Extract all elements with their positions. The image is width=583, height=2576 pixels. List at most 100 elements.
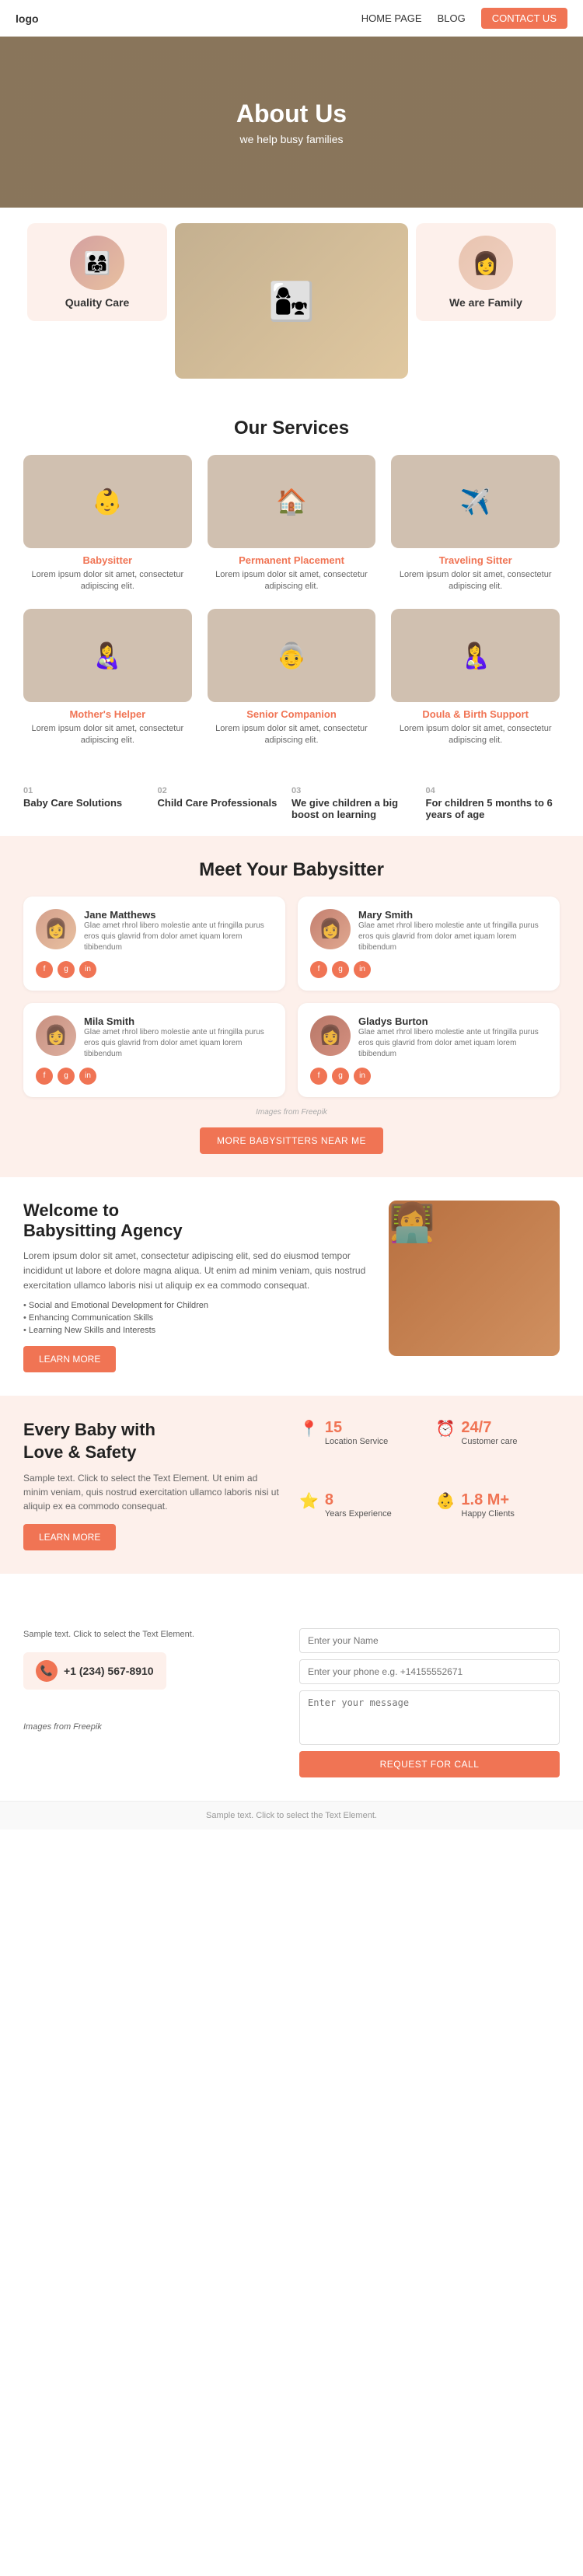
service-mother-helper: 👩‍🍼 Mother's Helper Lorem ipsum dolor si… xyxy=(23,609,192,747)
mary-instagram-icon[interactable]: in xyxy=(354,961,371,978)
doula-image: 🤱 xyxy=(391,609,560,702)
stat-customer-care: ⏰ 24/7 Customer care xyxy=(436,1419,560,1479)
babysitter-image: 👶 xyxy=(23,455,192,548)
senior-image: 👵 xyxy=(208,609,376,702)
service-senior: 👵 Senior Companion Lorem ipsum dolor sit… xyxy=(208,609,376,747)
jane-name: Jane Matthews xyxy=(84,909,273,921)
mila-avatar: 👩 xyxy=(36,1015,76,1056)
nav-blog[interactable]: BLOG xyxy=(438,12,466,24)
hero-section: About Us we help busy families xyxy=(0,37,583,208)
welcome-heading: Welcome to Babysitting Agency xyxy=(23,1201,373,1241)
hero-title: About Us xyxy=(236,100,347,128)
mila-name: Mila Smith xyxy=(84,1015,273,1027)
welcome-image: 👩‍💻 xyxy=(389,1201,560,1356)
stat-customer-num: 24/7 xyxy=(461,1419,517,1437)
welcome-list: Social and Emotional Development for Chi… xyxy=(23,1301,373,1335)
welcome-list-item-3: Learning New Skills and Interests xyxy=(23,1326,373,1335)
footer-left-text: Sample text. Click to select the Text El… xyxy=(23,1628,284,1641)
every-baby-section: Every Baby with Love & Safety Sample tex… xyxy=(0,1396,583,1574)
footer-left: Sample text. Click to select the Text El… xyxy=(23,1628,284,1777)
permanent-desc: Lorem ipsum dolor sit amet, consectetur … xyxy=(208,569,376,593)
name-input[interactable] xyxy=(299,1628,560,1653)
nav-links: HOME PAGE BLOG CONTACT US xyxy=(361,8,567,29)
gladys-instagram-icon[interactable]: in xyxy=(354,1068,371,1085)
gladys-header: 👩 Gladys Burton Glae amet rhrol libero m… xyxy=(310,1015,547,1060)
stat-experience-num: 8 xyxy=(325,1491,392,1509)
location-icon: 📍 xyxy=(299,1419,319,1438)
babysitter-title: Babysitter xyxy=(23,554,192,566)
doula-desc: Lorem ipsum dolor sit amet, consectetur … xyxy=(391,723,560,747)
jane-instagram-icon[interactable]: in xyxy=(79,961,96,978)
stat-4: 04 For children 5 months to 6 years of a… xyxy=(426,786,560,820)
feature-we-are-family: 👩 We are Family xyxy=(416,223,556,321)
babysitter-desc: Lorem ipsum dolor sit amet, consectetur … xyxy=(23,569,192,593)
stat-experience: ⭐ 8 Years Experience xyxy=(299,1491,424,1551)
logo: logo xyxy=(16,12,39,25)
mary-text: Glae amet rhrol libero molestie ante ut … xyxy=(358,921,547,953)
every-baby-learn-button[interactable]: LEARN MORE xyxy=(23,1524,116,1550)
mary-avatar: 👩 xyxy=(310,909,351,949)
gladys-facebook-icon[interactable]: f xyxy=(310,1068,327,1085)
welcome-learn-button[interactable]: LEARN MORE xyxy=(23,1346,116,1372)
quality-care-image: 👨‍👩‍👧 xyxy=(70,236,124,290)
spacer xyxy=(0,1574,583,1605)
stat-location: 📍 15 Location Service xyxy=(299,1419,424,1479)
mila-socials: f g in xyxy=(36,1068,273,1085)
stat-location-num: 15 xyxy=(325,1419,388,1437)
phone-input[interactable] xyxy=(299,1659,560,1684)
footer-right-form: REQUEST FOR CALL xyxy=(299,1628,560,1777)
welcome-text-area: Welcome to Babysitting Agency Lorem ipsu… xyxy=(23,1201,373,1373)
every-baby-text: Sample text. Click to select the Text El… xyxy=(23,1471,284,1513)
service-permanent: 🏠 Permanent Placement Lorem ipsum dolor … xyxy=(208,455,376,593)
mary-facebook-icon[interactable]: f xyxy=(310,961,327,978)
traveling-image: ✈️ xyxy=(391,455,560,548)
welcome-section: Welcome to Babysitting Agency Lorem ipsu… xyxy=(0,1177,583,1396)
nav-cta-button[interactable]: CONTACT US xyxy=(481,8,567,29)
babysitter-jane: 👩 Jane Matthews Glae amet rhrol libero m… xyxy=(23,897,285,991)
gladys-google-icon[interactable]: g xyxy=(332,1068,349,1085)
gladys-avatar: 👩 xyxy=(310,1015,351,1056)
footer-freepik-note: Images from Freepik xyxy=(23,1721,284,1734)
clock-icon: ⏰ xyxy=(436,1419,456,1438)
service-babysitter: 👶 Babysitter Lorem ipsum dolor sit amet,… xyxy=(23,455,192,593)
stat-happy-clients: 👶 1.8 M+ Happy Clients xyxy=(436,1491,560,1551)
every-baby-stats: 📍 15 Location Service ⏰ 24/7 Customer ca… xyxy=(299,1419,560,1550)
stat-2: 02 Child Care Professionals xyxy=(158,786,292,820)
service-traveling: ✈️ Traveling Sitter Lorem ipsum dolor si… xyxy=(391,455,560,593)
jane-header: 👩 Jane Matthews Glae amet rhrol libero m… xyxy=(36,909,273,953)
mila-facebook-icon[interactable]: f xyxy=(36,1068,53,1085)
request-call-button[interactable]: REQUEST FOR CALL xyxy=(299,1751,560,1777)
babysitter-mary: 👩 Mary Smith Glae amet rhrol libero mole… xyxy=(298,897,560,991)
welcome-list-item-2: Enhancing Communication Skills xyxy=(23,1313,373,1323)
nav-home[interactable]: HOME PAGE xyxy=(361,12,422,24)
mary-google-icon[interactable]: g xyxy=(332,961,349,978)
mila-header: 👩 Mila Smith Glae amet rhrol libero mole… xyxy=(36,1015,273,1060)
meet-heading: Meet Your Babysitter xyxy=(23,859,560,881)
star-icon: ⭐ xyxy=(299,1491,319,1511)
services-section: Our Services 👶 Babysitter Lorem ipsum do… xyxy=(0,394,583,771)
mila-text: Glae amet rhrol libero molestie ante ut … xyxy=(84,1027,273,1060)
stats-row: 01 Baby Care Solutions 02 Child Care Pro… xyxy=(0,771,583,836)
more-babysitters-button[interactable]: MORE BABYSITTERS NEAR ME xyxy=(200,1127,383,1154)
senior-desc: Lorem ipsum dolor sit amet, consectetur … xyxy=(208,723,376,747)
babysitter-mila: 👩 Mila Smith Glae amet rhrol libero mole… xyxy=(23,1003,285,1097)
jane-avatar: 👩 xyxy=(36,909,76,949)
traveling-title: Traveling Sitter xyxy=(391,554,560,566)
jane-facebook-icon[interactable]: f xyxy=(36,961,53,978)
permanent-image: 🏠 xyxy=(208,455,376,548)
stat-1: 01 Baby Care Solutions xyxy=(23,786,158,820)
mila-google-icon[interactable]: g xyxy=(58,1068,75,1085)
every-baby-left: Every Baby with Love & Safety Sample tex… xyxy=(23,1419,284,1550)
features-row: 👨‍👩‍👧 Quality Care 👩‍👧 👩 We are Family xyxy=(0,208,583,394)
jane-google-icon[interactable]: g xyxy=(58,961,75,978)
mila-instagram-icon[interactable]: in xyxy=(79,1068,96,1085)
navbar: logo HOME PAGE BLOG CONTACT US xyxy=(0,0,583,37)
message-input[interactable] xyxy=(299,1690,560,1745)
welcome-body: Lorem ipsum dolor sit amet, consectetur … xyxy=(23,1249,373,1294)
babysitters-grid: 👩 Jane Matthews Glae amet rhrol libero m… xyxy=(23,897,560,1097)
gladys-socials: f g in xyxy=(310,1068,547,1085)
mother-helper-desc: Lorem ipsum dolor sit amet, consectetur … xyxy=(23,723,192,747)
bottom-bar-text: Sample text. Click to select the Text El… xyxy=(206,1811,377,1820)
jane-text: Glae amet rhrol libero molestie ante ut … xyxy=(84,921,273,953)
every-baby-heading: Every Baby with Love & Safety xyxy=(23,1419,284,1463)
